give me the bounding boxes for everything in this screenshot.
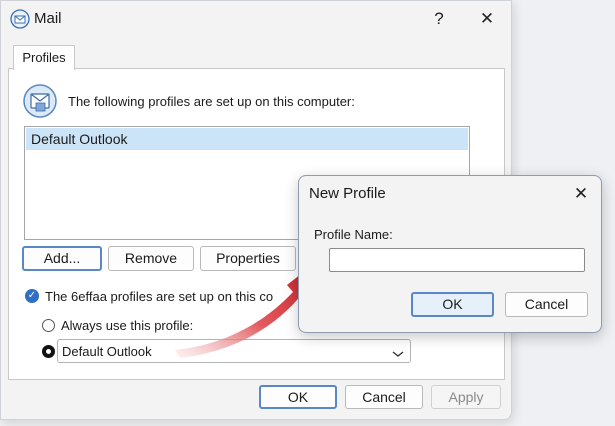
profile-name-label: Profile Name: <box>314 227 393 242</box>
new-profile-ok-button[interactable]: OK <box>411 292 494 317</box>
new-profile-title: New Profile <box>309 185 386 202</box>
profile-name-input[interactable] <box>329 248 585 272</box>
new-profile-dialog: New Profile ✕ Profile Name: OK Cancel <box>298 175 602 333</box>
new-profile-cancel-button[interactable]: Cancel <box>505 292 588 317</box>
new-profile-close-button[interactable]: ✕ <box>571 184 591 204</box>
